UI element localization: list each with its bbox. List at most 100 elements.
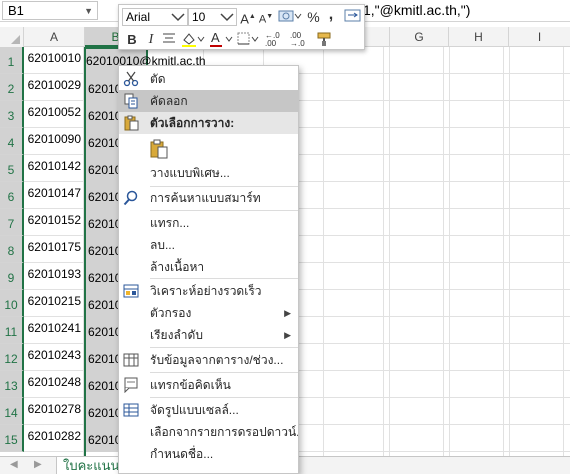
align-center-button[interactable] <box>162 31 176 49</box>
menu-item-pick-dropdown[interactable]: เลือกจากรายการดรอปดาวน์... <box>119 421 299 443</box>
shrink-font-button[interactable]: A▼ <box>258 8 274 26</box>
decrease-decimal-button[interactable]: .00 →.0 <box>290 31 312 49</box>
borders-button[interactable] <box>237 31 259 49</box>
wrap-format-icon <box>344 9 361 22</box>
cell-a[interactable]: 62010052 <box>24 101 84 128</box>
scroll-right-icon[interactable]: ▶ <box>34 459 42 470</box>
select-all-button[interactable] <box>0 27 24 47</box>
format-cells-button[interactable] <box>344 8 362 26</box>
font-size-value: 10 <box>192 10 206 24</box>
column-header-i[interactable]: I <box>509 27 570 47</box>
menu-item-cut-label: ตัด <box>150 72 166 86</box>
row-header[interactable]: 8 <box>0 236 24 263</box>
menu-item-insert-comment[interactable]: แทรกข้อคิดเห็น <box>119 374 298 396</box>
fill-color-button[interactable] <box>181 31 205 49</box>
menu-item-get-data[interactable]: รับข้อมูลจากตาราง/ช่วง... <box>119 349 298 371</box>
font-color-button[interactable]: A <box>209 30 233 49</box>
row-header[interactable]: 13 <box>0 371 24 398</box>
cell-a[interactable]: 62010090 <box>24 128 84 155</box>
scroll-left-icon[interactable]: ◀ <box>10 459 18 470</box>
menu-item-pick-dropdown-label: เลือกจากรายการดรอปดาวน์... <box>150 425 299 439</box>
menu-item-insert[interactable]: แทรก... <box>119 212 298 234</box>
menu-item-delete-label: ลบ... <box>150 238 175 252</box>
cell-a[interactable]: 62010282 <box>24 425 84 452</box>
row-header[interactable]: 15 <box>0 425 24 452</box>
menu-separator <box>150 210 298 211</box>
cell-a[interactable]: 62010248 <box>24 371 84 398</box>
chevron-down-icon <box>171 13 185 22</box>
grow-font-button[interactable]: A▲ <box>240 8 256 26</box>
chevron-down-icon[interactable]: ▼ <box>84 4 93 18</box>
submenu-arrow-icon: ▶ <box>284 330 291 340</box>
format-painter-icon <box>317 32 331 46</box>
cell-a[interactable]: 62010029 <box>24 74 84 101</box>
row-header[interactable]: 1 <box>0 47 24 74</box>
font-name-value: Arial <box>126 10 151 24</box>
cell-a[interactable]: 62010215 <box>24 290 84 317</box>
menu-item-copy[interactable]: คัดลอก <box>119 90 298 112</box>
cell-a[interactable]: 62010142 <box>24 155 84 182</box>
increase-decimal-button[interactable]: ←.0 .00 <box>265 31 287 49</box>
row-header[interactable]: 10 <box>0 290 24 317</box>
cell-a[interactable]: 62010193 <box>24 263 84 290</box>
table-icon <box>123 352 139 368</box>
menu-item-paste-special[interactable]: วางแบบพิเศษ... <box>119 162 298 184</box>
row-header[interactable]: 3 <box>0 101 24 128</box>
menu-item-define-name[interactable]: กำหนดชื่อ... <box>119 443 298 465</box>
menu-separator <box>150 278 298 279</box>
grid-line <box>509 47 510 457</box>
copy-icon <box>123 93 139 109</box>
menu-separator <box>150 397 298 398</box>
context-menu: ตัด คัดลอก ตัวเลือกการวาง: วางแบบพิเศษ..… <box>118 65 299 474</box>
quick-analysis-icon <box>123 283 139 299</box>
font-color-letter: A <box>211 30 220 45</box>
italic-button[interactable]: I <box>144 31 158 49</box>
menu-item-sort-label: เรียงลำดับ <box>150 328 203 342</box>
menu-item-get-data-label: รับข้อมูลจากตาราง/ช่วง... <box>150 353 284 367</box>
menu-item-filter[interactable]: ตัวกรอง ▶ <box>119 302 298 324</box>
cell-a[interactable]: 62010147 <box>24 182 84 209</box>
menu-item-sort[interactable]: เรียงลำดับ ▶ <box>119 324 298 346</box>
percent-style-button[interactable]: % <box>306 8 321 26</box>
menu-item-format-cells[interactable]: จัดรูปแบบเซลล์... <box>119 399 298 421</box>
cell-a[interactable]: 62010152 <box>24 209 84 236</box>
menu-item-delete[interactable]: ลบ... <box>119 234 298 256</box>
menu-item-cut[interactable]: ตัด <box>119 68 298 90</box>
row-header[interactable]: 7 <box>0 209 24 236</box>
cell-a[interactable]: 62010241 <box>24 317 84 344</box>
row-header[interactable]: 2 <box>0 74 24 101</box>
cell-a[interactable]: 62010175 <box>24 236 84 263</box>
column-header-a[interactable]: A <box>24 27 85 47</box>
format-painter-button[interactable] <box>315 31 333 49</box>
row-header[interactable]: 11 <box>0 317 24 344</box>
menu-item-quick-analysis-label: วิเคราะห์อย่างรวดเร็ว <box>150 284 262 298</box>
formula-input[interactable]: 1,"@kmitl.ac.th,") <box>363 2 470 18</box>
row-header[interactable]: 6 <box>0 182 24 209</box>
menu-item-smart-lookup[interactable]: การค้นหาแบบสมาร์ท <box>119 187 298 209</box>
cell-a[interactable]: 62010243 <box>24 344 84 371</box>
menu-item-clear-contents[interactable]: ล้างเนื้อหา <box>119 256 298 278</box>
grid-line <box>389 47 390 457</box>
bold-button[interactable]: B <box>125 31 139 49</box>
row-header[interactable]: 4 <box>0 128 24 155</box>
row-header[interactable]: 5 <box>0 155 24 182</box>
menu-item-clear-contents-label: ล้างเนื้อหา <box>150 260 205 274</box>
paste-options-label: ตัวเลือกการวาง: <box>150 116 235 130</box>
menu-item-quick-analysis[interactable]: วิเคราะห์อย่างรวดเร็ว <box>119 280 298 302</box>
row-header[interactable]: 9 <box>0 263 24 290</box>
paste-button[interactable] <box>119 136 298 162</box>
row-header[interactable]: 14 <box>0 398 24 425</box>
name-box[interactable]: B1 ▼ <box>2 1 98 20</box>
cell-a[interactable]: 62010010 <box>24 47 84 74</box>
row-header[interactable]: 12 <box>0 344 24 371</box>
column-header-g[interactable]: G <box>389 27 449 47</box>
comma-style-button[interactable]: , <box>325 7 337 26</box>
mini-toolbar-row-1: Arial 10 A▲ A▼ % , <box>119 5 364 26</box>
cell-a[interactable]: 62010278 <box>24 398 84 425</box>
font-size-combobox[interactable]: 10 <box>188 8 237 26</box>
font-name-combobox[interactable]: Arial <box>122 8 188 26</box>
accounting-format-button[interactable] <box>277 8 303 26</box>
menu-item-insert-comment-label: แทรกข้อคิดเห็น <box>150 378 231 392</box>
column-header-h[interactable]: H <box>449 27 509 47</box>
menu-item-paste-special-label: วางแบบพิเศษ... <box>150 166 230 180</box>
